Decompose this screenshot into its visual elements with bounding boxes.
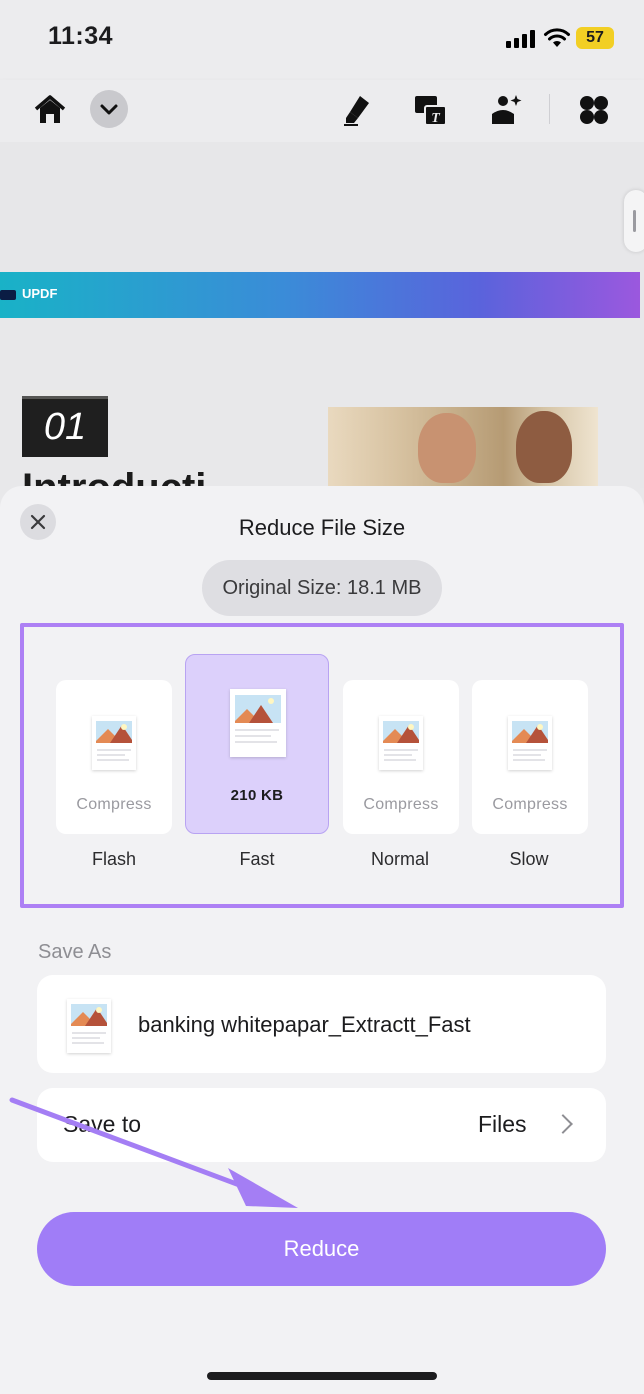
- sheet-title: Reduce File Size: [238, 515, 406, 540]
- option-sub: Compress: [363, 796, 439, 813]
- scroll-handle[interactable]: [624, 190, 644, 252]
- wifi-icon: [544, 28, 570, 47]
- option-slow[interactable]: Compress: [472, 680, 588, 834]
- cellular-signal-icon: [506, 30, 538, 48]
- option-sub: Compress: [492, 796, 568, 813]
- file-thumbnail-icon: [67, 999, 111, 1053]
- home-indicator[interactable]: [207, 1372, 437, 1380]
- chevron-down-icon: [100, 104, 118, 115]
- document-thumbnail-icon: [379, 716, 423, 770]
- toolbar-divider: [549, 94, 550, 124]
- option-label-slow[interactable]: Slow: [471, 849, 587, 870]
- updf-logo-icon: [0, 289, 16, 300]
- document-photo: [328, 407, 598, 497]
- document-banner: UPDF: [0, 272, 640, 318]
- document-thumbnail-icon: [230, 689, 286, 757]
- save-to-value[interactable]: Files: [478, 1111, 527, 1138]
- option-label-fast[interactable]: Fast: [199, 849, 315, 870]
- status-time: 11:34: [48, 22, 114, 50]
- option-sub: Compress: [76, 796, 152, 813]
- ai-image-icon[interactable]: [488, 92, 524, 128]
- photo-person-right: [516, 411, 572, 483]
- file-name-field[interactable]: banking whitepapar_Extractt_Fast: [138, 1012, 471, 1038]
- option-label-normal[interactable]: Normal: [342, 849, 458, 870]
- annotation-arrow-icon: [9, 1097, 298, 1208]
- apps-grid-icon[interactable]: [576, 92, 612, 128]
- highlighter-icon[interactable]: [340, 92, 376, 128]
- section-number: 01: [22, 396, 108, 457]
- option-label-flash[interactable]: Flash: [56, 849, 172, 870]
- home-icon[interactable]: [32, 92, 68, 128]
- top-toolbar: T: [0, 80, 644, 142]
- document-thumbnail-icon: [92, 716, 136, 770]
- option-flash[interactable]: Compress: [56, 680, 172, 834]
- photo-person-left: [418, 413, 476, 483]
- ocr-text-icon[interactable]: T: [412, 92, 448, 128]
- svg-text:T: T: [431, 111, 441, 126]
- battery-icon: 57: [576, 27, 614, 49]
- updf-logo: UPDF: [0, 286, 57, 301]
- option-sub: 210 KB: [230, 787, 284, 804]
- save-as-label: Save As: [38, 941, 112, 963]
- document-thumbnail-icon: [508, 716, 552, 770]
- document-menu-button[interactable]: [90, 90, 128, 128]
- option-fast[interactable]: 210 KB: [185, 654, 329, 834]
- original-size-badge: Original Size: 18.1 MB: [202, 560, 442, 616]
- reduce-button[interactable]: Reduce: [37, 1212, 606, 1286]
- option-normal[interactable]: Compress: [343, 680, 459, 834]
